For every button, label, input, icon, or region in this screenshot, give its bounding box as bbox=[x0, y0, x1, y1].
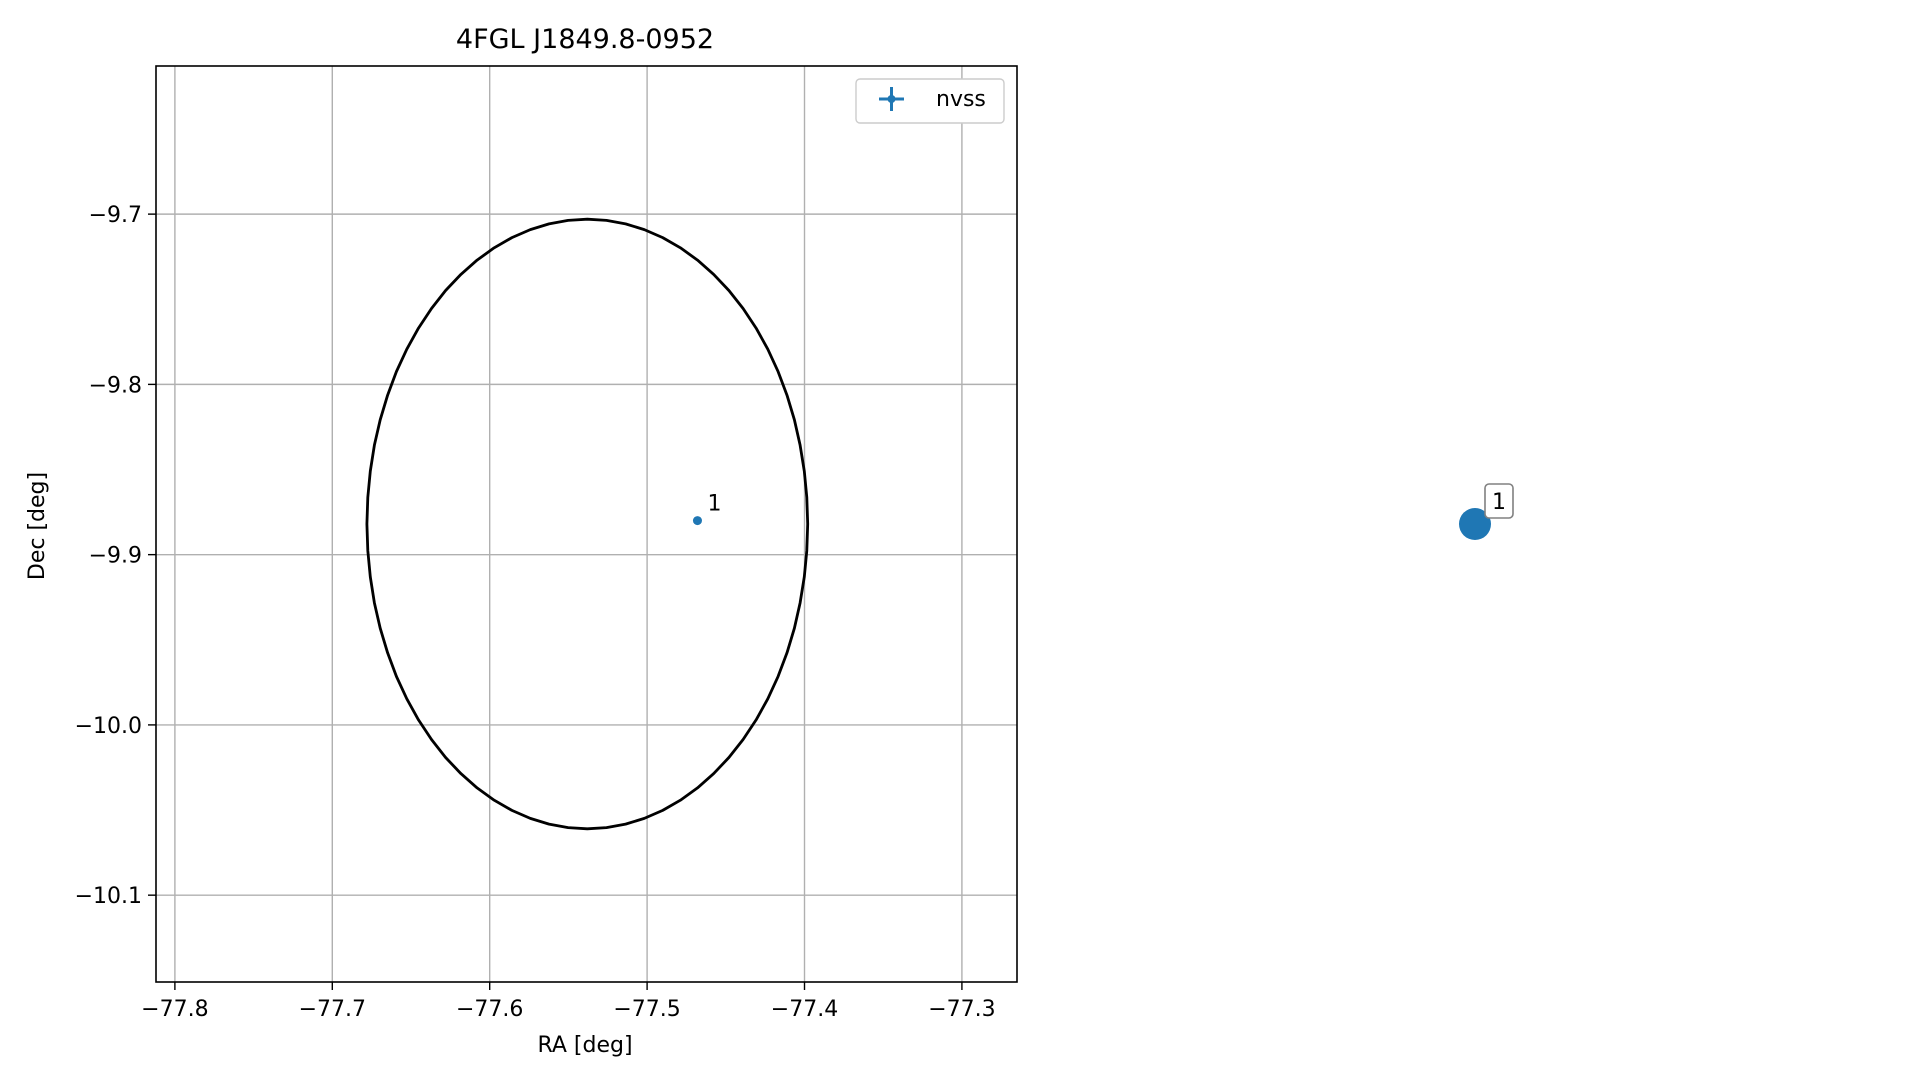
x-tick-label: −77.8 bbox=[141, 997, 208, 1022]
x-axis-label: RA [deg] bbox=[537, 1033, 632, 1058]
y-tick-label: −9.9 bbox=[89, 544, 142, 569]
legend-label-nvss: nvss bbox=[936, 87, 986, 112]
axes-frame bbox=[155, 65, 1018, 983]
grid bbox=[156, 66, 1017, 982]
position-ellipse-group bbox=[365, 217, 810, 831]
y-tick-label: −9.8 bbox=[89, 373, 142, 398]
chart-title: 4FGL J1849.8-0952 bbox=[456, 24, 714, 55]
data-points: 1 bbox=[692, 492, 721, 526]
position-ellipse bbox=[365, 217, 810, 831]
x-tick-label: −77.3 bbox=[928, 997, 995, 1022]
x-tick-label: −77.5 bbox=[613, 997, 680, 1022]
x-tick-label: −77.7 bbox=[299, 997, 366, 1022]
data-point-label: 1 bbox=[707, 492, 721, 517]
legend: nvss bbox=[855, 78, 1005, 124]
secondary-panel: 1 bbox=[1459, 483, 1514, 540]
secondary-point-label-1: 1 bbox=[1492, 490, 1506, 515]
x-tick-label: −77.4 bbox=[771, 997, 838, 1022]
y-tick-label: −9.7 bbox=[89, 203, 142, 228]
data-point-nvss bbox=[692, 516, 702, 526]
plot-area: 1 −77.8 −77.7 −77.6 −77.5 −77.4 −77.3 −9.7 −9.8… bbox=[75, 65, 1018, 1022]
y-tick-label: −10.1 bbox=[75, 884, 142, 909]
x-tick-label: −77.6 bbox=[456, 997, 523, 1022]
y-axis-label: Dec [deg] bbox=[25, 472, 50, 580]
figure: 1 −77.8 −77.7 −77.6 −77.5 −77.4 −77.3 −9.7 −9.8… bbox=[25, 24, 1514, 1058]
y-tick-label: −10.0 bbox=[75, 714, 142, 739]
ticks: −77.8 −77.7 −77.6 −77.5 −77.4 −77.3 −9.7 −9.8 −9… bbox=[75, 203, 996, 1022]
